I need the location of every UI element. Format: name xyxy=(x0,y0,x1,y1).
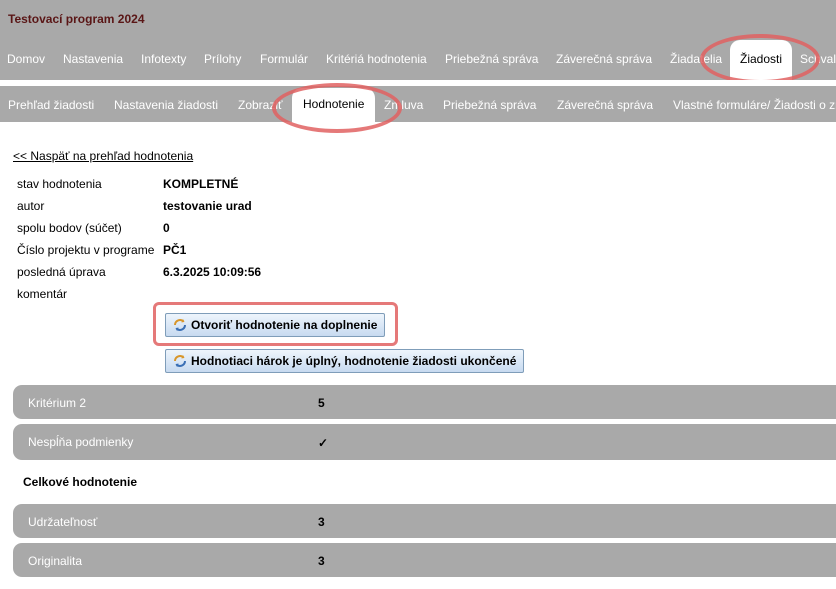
overall-evaluation-heading: Celkové hodnotenie xyxy=(23,475,138,489)
sub-nav-zmluva[interactable]: Zmluva xyxy=(384,98,423,112)
main-nav-ziadosti[interactable]: Žiadosti xyxy=(730,40,793,80)
criterion-name: Originalita xyxy=(28,554,83,568)
detail-value: 6.3.2025 10:09:56 xyxy=(163,265,262,279)
detail-value: 0 xyxy=(163,221,170,235)
sub-nav-prehlad-ziadosti[interactable]: Prehľad žiadosti xyxy=(8,98,94,112)
criterion-score: 5 xyxy=(318,396,325,410)
finish-evaluation-label: Hodnotiaci hárok je úplný, hodnotenie ži… xyxy=(191,354,517,368)
sub-nav-priebezna-sprava[interactable]: Priebežná správa xyxy=(443,98,536,112)
criterion-score: 3 xyxy=(318,554,325,568)
sub-nav-vlastne-formulare[interactable]: Vlastné formuláre/ Žiadosti o zmenu xyxy=(673,98,836,112)
detail-label: Číslo projektu v programe xyxy=(17,243,155,257)
detail-label: stav hodnotenia xyxy=(17,177,102,191)
main-nav-schval[interactable]: Schval xyxy=(800,52,836,66)
main-nav-domov[interactable]: Domov xyxy=(7,52,45,66)
refresh-icon xyxy=(174,318,186,331)
refresh-icon xyxy=(174,354,186,367)
main-navigation: Domov Nastavenia Infotexty Prílohy Formu… xyxy=(0,36,836,80)
criterion-name: Udržateľnosť xyxy=(28,515,98,529)
app-title: Testovací program 2024 xyxy=(8,12,145,26)
main-nav-nastavenia[interactable]: Nastavenia xyxy=(63,52,123,66)
detail-label: komentár xyxy=(17,287,68,301)
criterion-name: Nespĺňa podmienky xyxy=(28,435,134,449)
overall-criterion-row[interactable]: Udržateľnosť 3 xyxy=(13,504,836,538)
reopen-evaluation-button[interactable]: Otvoriť hodnotenie na doplnenie xyxy=(165,313,386,337)
main-nav-zaverecna-sprava[interactable]: Záverečná správa xyxy=(556,52,652,66)
criterion-row[interactable]: Nespĺňa podmienky ✓ xyxy=(13,424,836,460)
main-nav-kriteria-hodnotenia[interactable]: Kritériá hodnotenia xyxy=(326,52,427,66)
overall-criterion-row[interactable]: Originalita 3 xyxy=(13,543,836,577)
detail-value: KOMPLETNÉ xyxy=(163,177,239,191)
main-nav-priebezna-sprava[interactable]: Priebežná správa xyxy=(445,52,538,66)
finish-evaluation-button[interactable]: Hodnotiaci hárok je úplný, hodnotenie ži… xyxy=(165,349,525,373)
app-title-bar: Testovací program 2024 xyxy=(0,0,836,36)
reopen-evaluation-label: Otvoriť hodnotenie na doplnenie xyxy=(191,318,378,332)
back-to-evaluation-overview-link[interactable]: << Naspäť na prehľad hodnotenia xyxy=(13,149,193,163)
detail-label: autor xyxy=(17,199,45,213)
detail-label: posledná úprava xyxy=(17,265,106,279)
criterion-check: ✓ xyxy=(318,436,329,450)
detail-value: testovanie urad xyxy=(163,199,252,213)
main-nav-ziadatelia[interactable]: Žiadatelia xyxy=(670,52,722,66)
sub-nav-nastavenia-ziadosti[interactable]: Nastavenia žiadosti xyxy=(114,98,218,112)
sub-nav-hodnotenie[interactable]: Hodnotenie xyxy=(292,88,376,122)
criterion-name: Kritérium 2 xyxy=(28,396,87,410)
main-nav-formular[interactable]: Formulár xyxy=(260,52,308,66)
main-nav-prilohy[interactable]: Prílohy xyxy=(204,52,241,66)
main-nav-infotexty[interactable]: Infotexty xyxy=(141,52,186,66)
sub-navigation: Prehľad žiadosti Nastavenia žiadosti Zob… xyxy=(0,86,836,122)
sub-nav-zobrazit[interactable]: Zobraziť xyxy=(238,98,283,112)
detail-label: spolu bodov (súčet) xyxy=(17,221,122,235)
criterion-row[interactable]: Kritérium 2 5 xyxy=(13,385,836,419)
sub-nav-zaverecna-sprava[interactable]: Záverečná správa xyxy=(557,98,653,112)
criterion-score: 3 xyxy=(318,515,325,529)
detail-value: PČ1 xyxy=(163,243,187,257)
